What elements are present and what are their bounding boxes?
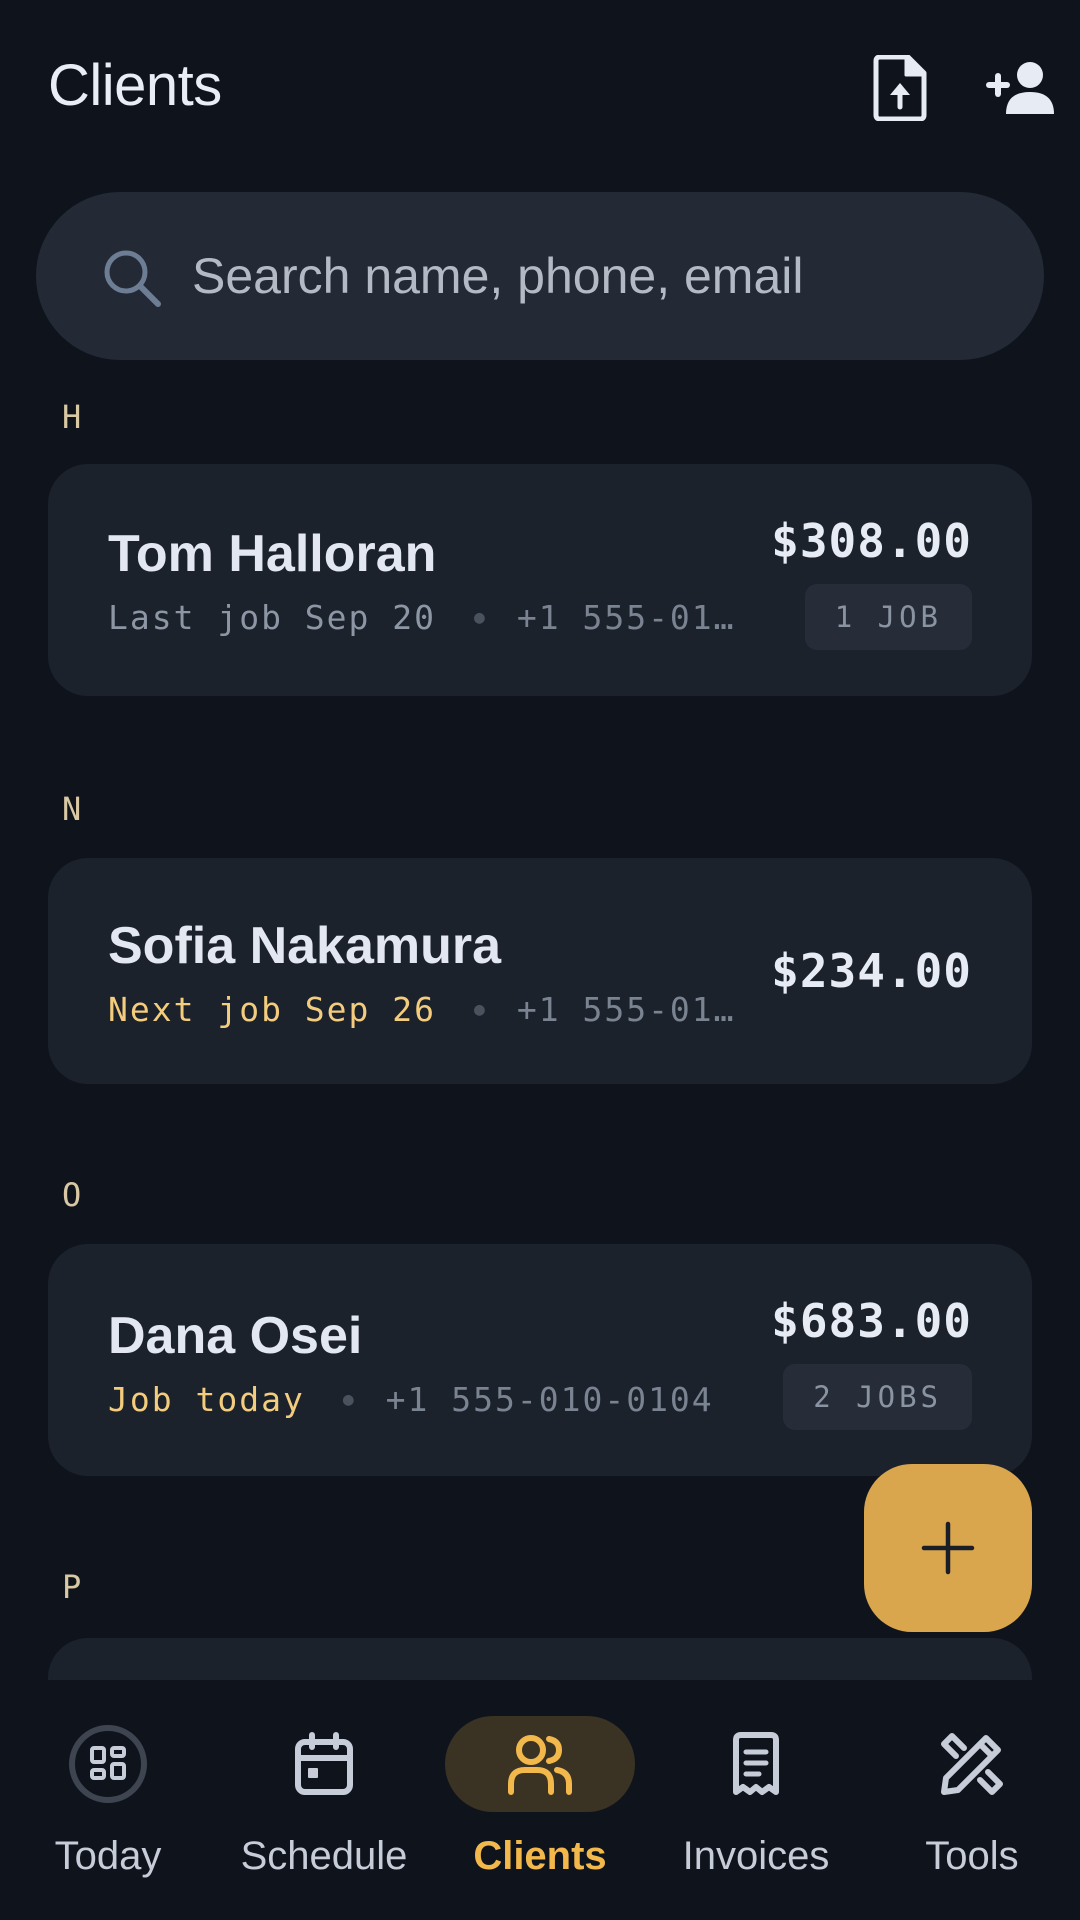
nav-label: Clients <box>473 1834 607 1878</box>
nav-item-schedule[interactable]: Schedule <box>216 1716 432 1906</box>
client-card-dana-osei[interactable]: Dana Osei Job today ● +1 555-010-0104 $6… <box>48 1244 1032 1476</box>
client-name: Sofia Nakamura <box>108 917 502 975</box>
client-amount: $683.00 <box>771 1294 972 1348</box>
tools-icon <box>941 1733 1003 1795</box>
section-letter: P <box>62 1568 82 1606</box>
jobs-badge: 1 JOB <box>804 584 972 650</box>
jobs-badge: 2 JOBS <box>783 1364 972 1430</box>
search-input[interactable] <box>192 232 1012 320</box>
nav-label: Tools <box>925 1834 1019 1878</box>
client-phone: +1 555-010-0104 <box>385 1380 714 1419</box>
nav-item-tools[interactable]: Tools <box>864 1716 1080 1906</box>
client-name: Dana Osei <box>108 1307 363 1365</box>
section-letter: O <box>62 1176 82 1214</box>
add-fab-button[interactable] <box>864 1464 1032 1632</box>
receipt-icon <box>733 1732 779 1795</box>
separator-dot: ● <box>474 607 487 628</box>
separator-dot: ● <box>474 999 487 1020</box>
page-title: Clients <box>48 53 222 118</box>
client-name: Tom Halloran <box>108 525 437 583</box>
nav-item-clients[interactable]: Clients <box>432 1716 648 1906</box>
section-letter: H <box>62 398 82 436</box>
client-meta: Last job Sep 20 ● +1 555-01… <box>108 598 736 637</box>
nav-label: Schedule <box>240 1834 408 1878</box>
nav-label: Invoices <box>682 1834 830 1878</box>
search-bar[interactable] <box>36 192 1044 360</box>
nav-item-today[interactable]: Today <box>0 1716 216 1906</box>
client-amount: $308.00 <box>771 514 972 568</box>
client-status: Job today <box>108 1380 305 1419</box>
clients-screen: Clients H <box>0 0 1080 1920</box>
app-header: Clients <box>0 0 1080 180</box>
client-phone: +1 555-01… <box>516 598 736 637</box>
calendar-icon <box>295 1732 353 1795</box>
client-card-tom-halloran[interactable]: Tom Halloran Last job Sep 20 ● +1 555-01… <box>48 464 1032 696</box>
client-card-partial[interactable] <box>48 1638 1032 1680</box>
search-icon <box>104 250 161 307</box>
client-status: Next job Sep 26 <box>108 990 437 1029</box>
dashboard-icon <box>69 1725 147 1803</box>
add-client-button[interactable] <box>980 48 1060 128</box>
export-button[interactable] <box>860 48 940 128</box>
client-meta: Next job Sep 26 ● +1 555-01… <box>108 990 736 1029</box>
separator-dot: ● <box>342 1389 356 1410</box>
add-person-icon <box>986 62 1054 114</box>
people-icon <box>508 1735 572 1795</box>
client-meta: Job today ● +1 555-010-0104 <box>108 1380 714 1419</box>
file-upload-icon <box>873 55 927 121</box>
client-card-sofia-nakamura[interactable]: Sofia Nakamura Next job Sep 26 ● +1 555-… <box>48 858 1032 1084</box>
nav-label: Today <box>54 1834 162 1878</box>
client-status: Last job Sep 20 <box>108 598 437 637</box>
client-amount: $234.00 <box>771 944 972 998</box>
bottom-nav: Today Schedule Clients Invoices Tools <box>0 1680 1080 1920</box>
plus-icon <box>921 1521 975 1575</box>
section-letter: N <box>62 790 82 828</box>
nav-item-invoices[interactable]: Invoices <box>648 1716 864 1906</box>
client-phone: +1 555-01… <box>516 990 736 1029</box>
